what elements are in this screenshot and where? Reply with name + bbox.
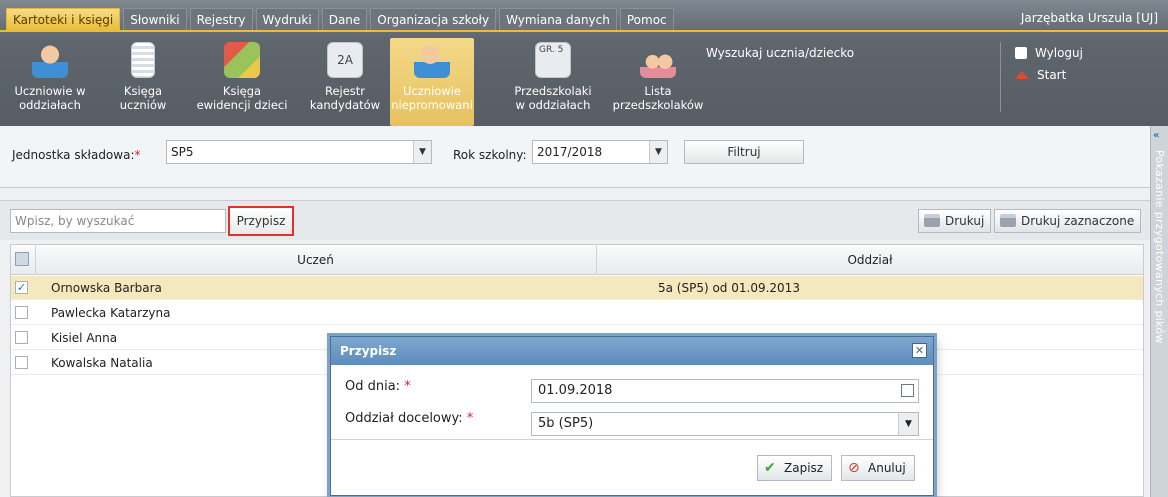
ribbon-przedszkolaki-button[interactable]: GR. 5 Przedszkolaki w oddziałach [508,38,598,126]
target-class-label: Oddział docelowy: * [345,411,474,426]
year-select[interactable]: 2017/2018 ▼ [532,140,668,164]
checkmark-icon: ✔ [764,460,776,476]
ribbon-uczniowie-w-oddzialach-button[interactable]: Uczniowie w oddziałach [14,38,86,126]
chevron-down-icon[interactable]: ▼ [413,141,431,163]
date-label: Od dnia: * [345,379,411,394]
grid-header: Uczeń Oddział [11,245,1143,275]
target-class-select[interactable]: 5b (SP5) ▼ [531,412,919,436]
assign-dialog: Przypisz ✕ Od dnia: * 01.09.2018 Oddział… [330,336,934,496]
select-all-checkbox[interactable] [15,252,29,266]
preschool-list-icon [640,42,676,78]
calendar-icon[interactable] [901,384,914,397]
tab-pomoc[interactable]: Pomoc [619,8,674,30]
ribbon: Uczniowie w oddziałach Księga uczniów Ks… [0,30,1168,126]
filter-button[interactable]: Filtruj [684,140,804,164]
date-field[interactable]: 01.09.2018 [531,379,919,403]
chevron-down-icon[interactable]: ▼ [898,413,918,435]
save-button[interactable]: ✔ Zapisz [757,455,833,481]
home-icon [1015,71,1029,79]
table-row[interactable]: ✓ Ornowska Barbara 5a (SP5) od 01.09.201… [11,276,1143,300]
printer-icon [1000,214,1016,227]
user-name[interactable]: Jarzębatka Urszula [UJ] [1021,11,1158,25]
ribbon-lista-przedszkolakow-button[interactable]: Lista przedszkolaków [608,38,708,126]
student-icon [32,42,68,78]
filter-bar: Jednostka składowa:* SP5 ▼ Rok szkolny: … [0,126,1150,188]
row-checkbox[interactable] [15,331,28,344]
tab-slowniki[interactable]: Słowniki [123,8,187,30]
ribbon-ksiega-uczniow-button[interactable]: Księga uczniów [118,38,168,126]
side-panel-label: Pokazanie przygotowanych pików [1153,150,1166,344]
row-checkbox[interactable]: ✓ [15,281,28,294]
search-input[interactable]: Wpisz, by wyszukać [10,209,226,233]
children-register-icon [224,42,260,78]
column-header-uczen[interactable]: Uczeń [35,245,595,275]
preschool-group-icon: GR. 5 [535,42,571,78]
unpromoted-student-icon [414,42,450,78]
collapse-arrow-icon[interactable]: « [1153,130,1159,141]
tab-wymiana[interactable]: Wymiana danych [499,8,617,30]
print-button[interactable]: Drukuj [918,209,992,233]
ribbon-ksiega-ewidencji-button[interactable]: Księga ewidencji dzieci [192,38,292,126]
book-icon [131,42,155,78]
chevron-down-icon[interactable]: ▼ [649,141,667,163]
unit-select[interactable]: SP5 ▼ [166,140,432,164]
top-bar: Kartoteki i księgi Słowniki Rejestry Wyd… [0,0,1168,126]
side-panel[interactable]: « Pokazanie przygotowanych pików [1150,126,1168,497]
dialog-divider [331,439,933,440]
column-header-oddzial[interactable]: Oddział [596,245,1143,275]
unit-label: Jednostka składowa:* [12,148,141,162]
tab-kartoteki[interactable]: Kartoteki i księgi [6,8,121,30]
assign-button[interactable]: Przypisz [228,206,294,236]
tab-dane[interactable]: Dane [321,8,368,30]
print-selected-button[interactable]: Drukuj zaznaczone [994,209,1142,233]
dialog-title: Przypisz [331,337,933,365]
candidates-register-icon: 2A [327,42,363,78]
close-icon[interactable]: ✕ [912,343,927,358]
grid-toolbar: Wpisz, by wyszukać Przypisz Drukuj Druku… [0,200,1150,240]
tab-wydruki[interactable]: Wydruki [255,8,319,30]
ribbon-rejestr-kandydatow-button[interactable]: 2A Rejestr kandydatów [306,38,384,126]
row-checkbox[interactable] [15,306,28,319]
cancel-button[interactable]: ⊘ Anuluj [841,455,915,481]
row-checkbox[interactable] [15,356,28,369]
logout-link[interactable]: Wyloguj [1015,42,1083,64]
lock-icon [1015,47,1027,59]
start-link[interactable]: Start [1015,64,1083,86]
ribbon-uczniowie-niepromowani-button[interactable]: Uczniowie niepromowani [390,38,474,126]
main-menu: Kartoteki i księgi Słowniki Rejestry Wyd… [6,8,674,30]
account-area: Wyloguj Start [1000,42,1083,112]
year-label: Rok szkolny: [453,148,527,162]
cancel-icon: ⊘ [848,460,860,476]
search-student-link[interactable]: Wyszukaj ucznia/dziecko [706,46,854,60]
printer-icon [924,214,940,227]
tab-organizacja[interactable]: Organizacja szkoły [370,8,497,30]
table-row[interactable]: Pawlecka Katarzyna [11,301,1143,325]
tab-rejestry[interactable]: Rejestry [189,8,253,30]
